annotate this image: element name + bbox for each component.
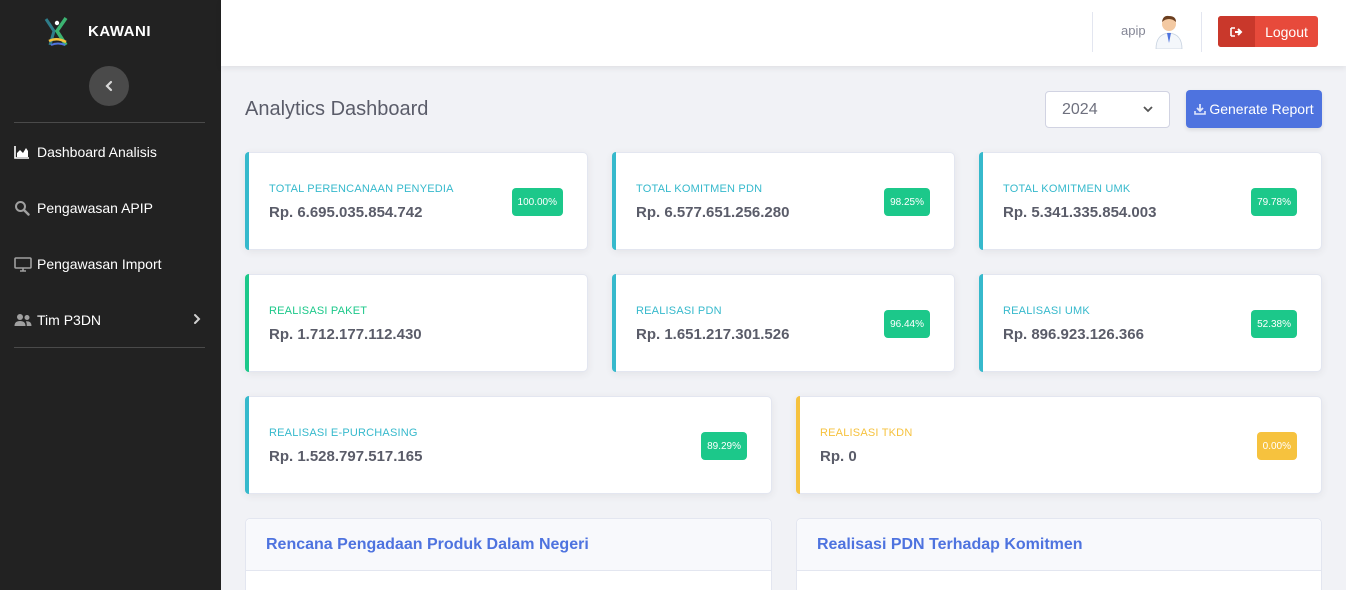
card-value: Rp. 0 — [820, 448, 857, 465]
percent-badge: 100.00% — [511, 188, 563, 216]
sidebar-toggle-button[interactable] — [89, 66, 129, 106]
card-value: Rp. 896.923.126.366 — [1003, 326, 1144, 343]
card-accent — [245, 396, 249, 494]
logout-label: Logout — [1265, 23, 1308, 40]
user-name[interactable]: apip — [1121, 23, 1146, 38]
sidebar-item-tim-p3dn[interactable]: Tim P3DN — [14, 308, 205, 332]
stat-card-total-komitmen-pdn: TOTAL KOMITMEN PDN Rp. 6.577.651.256.280… — [612, 152, 955, 250]
topbar-divider — [1201, 12, 1202, 52]
sign-out-icon — [1218, 16, 1255, 47]
sidebar-item-dashboard-analisis[interactable]: Dashboard Analisis — [14, 140, 205, 164]
card-label: REALISASI E-PURCHASING — [269, 427, 418, 439]
sidebar-divider — [14, 347, 205, 348]
sidebar-item-pengawasan-import[interactable]: Pengawasan Import — [14, 252, 205, 276]
card-accent — [979, 274, 983, 372]
card-value: Rp. 1.712.177.112.430 — [269, 326, 422, 343]
card-value: Rp. 5.341.335.854.003 — [1003, 204, 1157, 221]
panel-title: Rencana Pengadaan Produk Dalam Negeri — [246, 519, 771, 571]
chevron-right-icon — [193, 312, 201, 328]
stat-card-realisasi-e-purchasing: REALISASI E-PURCHASING Rp. 1.528.797.517… — [245, 396, 772, 494]
kawani-logo-icon — [44, 17, 68, 46]
card-accent — [245, 152, 249, 250]
sidebar-item-label: Dashboard Analisis — [37, 144, 157, 160]
stat-card-realisasi-pdn: REALISASI PDN Rp. 1.651.217.301.526 96.4… — [612, 274, 955, 372]
card-accent — [796, 396, 800, 494]
panel-title: Realisasi PDN Terhadap Komitmen — [797, 519, 1321, 571]
card-value: Rp. 1.528.797.517.165 — [269, 448, 423, 465]
stat-card-realisasi-paket: REALISASI PAKET Rp. 1.712.177.112.430 — [245, 274, 588, 372]
card-value: Rp. 6.695.035.854.742 — [269, 204, 423, 221]
year-select-value: 2024 — [1062, 100, 1098, 118]
sidebar-item-label: Tim P3DN — [37, 312, 102, 328]
brand[interactable]: KAWANI — [42, 14, 151, 48]
area-chart-icon — [14, 144, 32, 160]
card-accent — [979, 152, 983, 250]
download-icon — [1194, 103, 1207, 115]
sidebar-item-label: Pengawasan Import — [37, 256, 162, 272]
card-accent — [245, 274, 249, 372]
chevron-left-icon — [105, 80, 113, 92]
chevron-down-icon — [1143, 106, 1153, 113]
card-label: REALISASI TKDN — [820, 427, 913, 439]
card-value: Rp. 1.651.217.301.526 — [636, 326, 790, 343]
panel-realisasi-pdn-komitmen: Realisasi PDN Terhadap Komitmen — [796, 518, 1322, 590]
monitor-icon — [14, 256, 32, 272]
app-name: KAWANI — [88, 22, 151, 40]
stat-card-total-komitmen-umk: TOTAL KOMITMEN UMK Rp. 5.341.335.854.003… — [979, 152, 1322, 250]
percent-badge: 52.38% — [1251, 310, 1297, 338]
card-label: REALISASI PAKET — [269, 305, 368, 317]
card-label: REALISASI PDN — [636, 305, 722, 317]
card-accent — [612, 152, 616, 250]
logout-button[interactable]: Logout — [1218, 16, 1318, 47]
avatar[interactable] — [1153, 13, 1185, 49]
card-value: Rp. 6.577.651.256.280 — [636, 204, 790, 221]
generate-report-button[interactable]: Generate Report — [1186, 90, 1322, 128]
percent-badge: 89.29% — [701, 432, 747, 460]
percent-badge: 0.00% — [1256, 432, 1297, 460]
year-select[interactable]: 2024 — [1045, 91, 1170, 128]
topbar-divider — [1092, 12, 1093, 52]
percent-badge: 79.78% — [1251, 188, 1297, 216]
search-icon — [14, 200, 32, 216]
card-label: TOTAL KOMITMEN UMK — [1003, 183, 1131, 195]
users-icon — [14, 312, 32, 328]
sidebar-divider — [14, 122, 205, 123]
card-accent — [612, 274, 616, 372]
stat-card-total-perencanaan-penyedia: TOTAL PERENCANAAN PENYEDIA Rp. 6.695.035… — [245, 152, 588, 250]
percent-badge: 98.25% — [884, 188, 930, 216]
page-title: Analytics Dashboard — [245, 98, 429, 120]
sidebar-item-pengawasan-apip[interactable]: Pengawasan APIP — [14, 196, 205, 220]
topbar: apip Logout — [221, 0, 1346, 66]
panel-rencana-pengadaan: Rencana Pengadaan Produk Dalam Negeri — [245, 518, 772, 590]
stat-card-realisasi-umk: REALISASI UMK Rp. 896.923.126.366 52.38% — [979, 274, 1322, 372]
stat-card-realisasi-tkdn: REALISASI TKDN Rp. 0 0.00% — [796, 396, 1322, 494]
sidebar-item-label: Pengawasan APIP — [37, 200, 153, 216]
percent-badge: 96.44% — [884, 310, 930, 338]
generate-report-label: Generate Report — [1209, 101, 1314, 117]
card-label: REALISASI UMK — [1003, 305, 1090, 317]
card-label: TOTAL KOMITMEN PDN — [636, 183, 763, 195]
sidebar: KAWANI Dashboard Analisis Pengawasan API… — [0, 0, 221, 590]
card-label: TOTAL PERENCANAAN PENYEDIA — [269, 183, 454, 195]
